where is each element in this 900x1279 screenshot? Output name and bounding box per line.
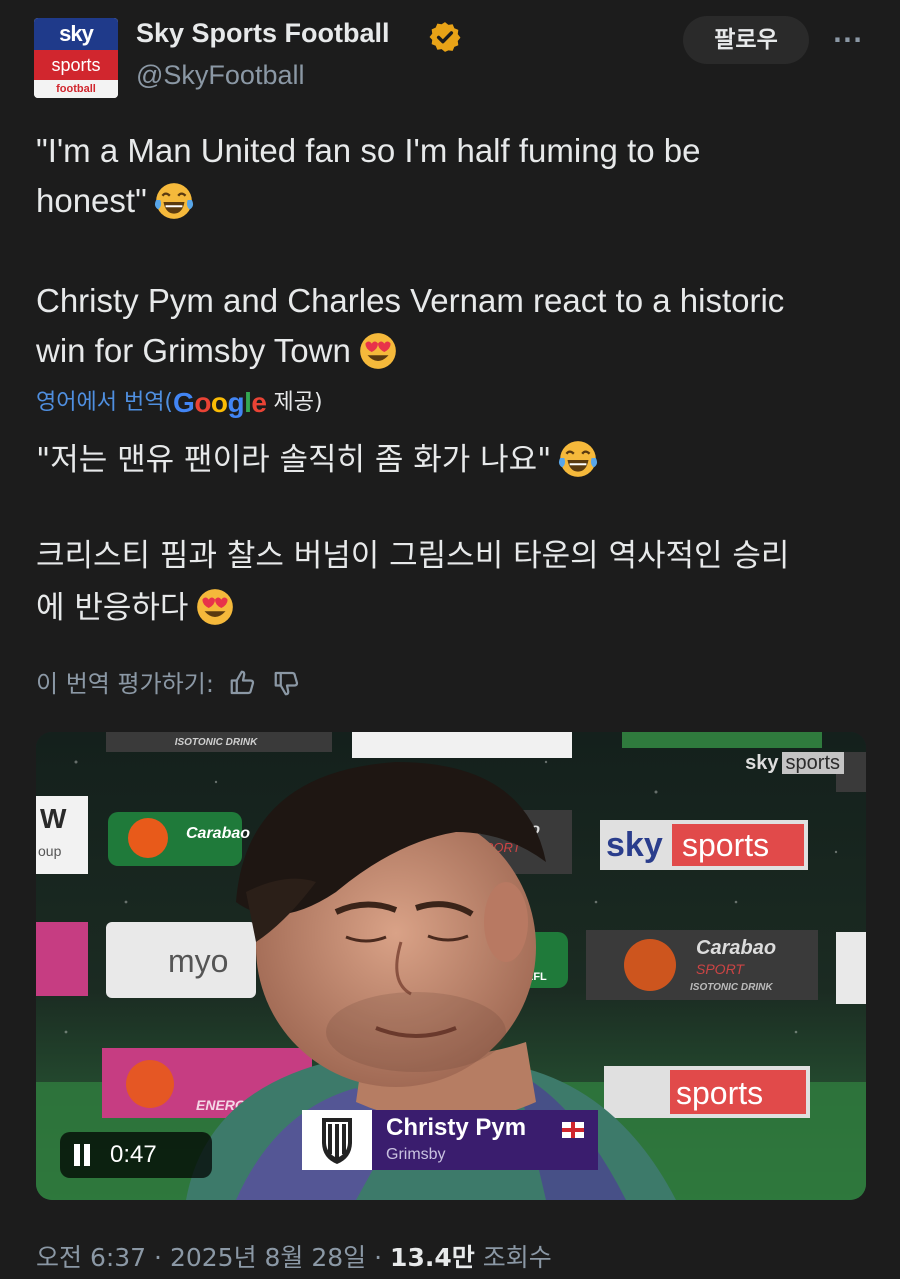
board-text: myo bbox=[168, 943, 228, 979]
account-handle[interactable]: @SkyFootball bbox=[136, 60, 304, 91]
translation-text-segment: "저는 맨유 팬이라 솔직히 좀 화가 나요" bbox=[36, 442, 552, 478]
board-text: sports bbox=[682, 827, 769, 863]
post-date[interactable]: 2025년 8월 28일 bbox=[170, 1243, 366, 1272]
translated-from-label: 영어에서 번역( bbox=[36, 390, 174, 415]
meta-separator: · bbox=[374, 1243, 383, 1272]
watermark-sky-text: sky bbox=[745, 752, 779, 774]
england-flag-icon bbox=[562, 1122, 584, 1138]
rate-translation: 이 번역 평가하기: bbox=[36, 664, 302, 699]
translation-text-line: "저는 맨유 팬이라 솔직히 좀 화가 나요" bbox=[36, 434, 599, 486]
board-text: sports bbox=[676, 1075, 763, 1111]
tweet-text-line: honest" bbox=[36, 176, 195, 226]
board-text: oup bbox=[38, 843, 62, 859]
board-text: ISOTONIC DRINK bbox=[690, 982, 773, 993]
board-text: W bbox=[40, 803, 67, 834]
board-text: SPORT bbox=[696, 961, 745, 977]
verified-badge-icon bbox=[429, 22, 461, 52]
grimsby-crest-icon bbox=[302, 1110, 372, 1170]
player-caption: Christy Pym Grimsby bbox=[302, 1110, 602, 1170]
tweet-text-segment: win for Grimsby Town bbox=[36, 332, 351, 369]
joy-emoji-icon bbox=[154, 183, 193, 219]
board-text: Carabao bbox=[696, 937, 776, 959]
board-text: Carabao bbox=[186, 825, 250, 842]
video-time-remaining: 0:47 bbox=[110, 1141, 157, 1168]
google-logo: Google bbox=[173, 387, 267, 418]
video-player[interactable]: ISOTONIC DRINK W oup Carabao ENERGY DRIN… bbox=[36, 732, 866, 1200]
video-timer[interactable]: 0:47 bbox=[60, 1132, 212, 1178]
avatar-sports-text: sports bbox=[34, 50, 118, 80]
heart-eyes-emoji-icon bbox=[359, 333, 396, 369]
more-options-icon[interactable]: ··· bbox=[826, 22, 870, 58]
tweet-text-segment: honest" bbox=[36, 182, 147, 219]
translation-text-line: 에 반응하다 bbox=[36, 582, 236, 634]
pause-icon[interactable] bbox=[74, 1144, 80, 1166]
thumbs-down-icon[interactable] bbox=[272, 668, 302, 698]
avatar[interactable]: sky sports football bbox=[34, 18, 118, 98]
caption-body: Christy Pym Grimsby bbox=[372, 1110, 598, 1170]
sky-sports-watermark: sky sports bbox=[745, 752, 844, 775]
pause-icon-bar bbox=[84, 1144, 90, 1166]
caption-player-name: Christy Pym bbox=[386, 1114, 527, 1141]
meta-separator: · bbox=[154, 1243, 162, 1272]
board-text: ISOTONIC DRINK bbox=[175, 737, 258, 748]
view-count-label: 조회수 bbox=[482, 1243, 552, 1272]
tweet-header: sky sports football Sky Sports Football … bbox=[0, 0, 900, 110]
rate-translation-label: 이 번역 평가하기: bbox=[36, 670, 214, 698]
view-count: 13.4만 bbox=[390, 1243, 475, 1272]
account-name[interactable]: Sky Sports Football bbox=[136, 18, 390, 49]
joy-emoji-icon bbox=[559, 441, 598, 477]
post-time[interactable]: 오전 6:37 bbox=[36, 1243, 146, 1272]
tweet-text-line: "I'm a Man United fan so I'm half fuming… bbox=[36, 132, 701, 169]
avatar-sky-text: sky bbox=[34, 18, 118, 50]
watermark-sports-text: sports bbox=[781, 752, 844, 774]
heart-eyes-emoji-icon bbox=[197, 589, 234, 625]
translation-text-segment: 에 반응하다 bbox=[36, 590, 189, 626]
translation-text-line: 크리스티 핌과 찰스 버넘이 그림스비 타운의 역사적인 승리 bbox=[36, 538, 790, 574]
tweet-text-line: Christy Pym and Charles Vernam react to … bbox=[36, 282, 785, 319]
tweet-meta: 오전 6:37 · 2025년 8월 28일 · 13.4만 조회수 bbox=[36, 1238, 552, 1274]
translated-by-link[interactable]: 영어에서 번역(Google 제공) bbox=[36, 384, 323, 419]
tweet-text-line: win for Grimsby Town bbox=[36, 326, 399, 376]
thumbs-up-icon[interactable] bbox=[228, 668, 258, 698]
follow-button[interactable]: 팔로우 bbox=[683, 16, 809, 64]
translated-provided-label: 제공) bbox=[266, 390, 323, 415]
caption-club-name: Grimsby bbox=[386, 1146, 446, 1163]
board-text: sky bbox=[606, 826, 663, 864]
avatar-football-text: football bbox=[34, 80, 118, 98]
